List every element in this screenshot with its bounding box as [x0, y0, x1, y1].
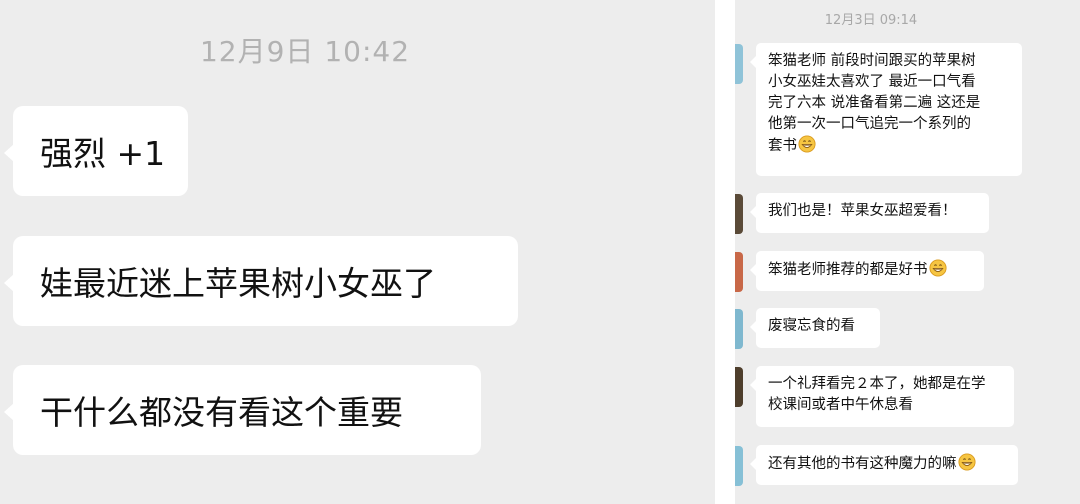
- message-line: 还有其他的书有这种魔力的嘛: [768, 453, 1006, 475]
- message-bubble[interactable]: 笨猫老师 前段时间跟买的苹果树 小女巫娃太喜欢了 最近一口气看 完了六本 说准备…: [750, 43, 1022, 176]
- message-bubble[interactable]: 我们也是！苹果女巫超爱看！: [750, 193, 989, 233]
- avatar[interactable]: [735, 194, 743, 234]
- message-text: 娃最近迷上苹果树小女巫了: [40, 264, 436, 303]
- message-line: 完了六本 说准备看第二遍 这还是: [768, 95, 981, 111]
- message-bubble[interactable]: 一个礼拜看完２本了，她都是在学 校课间或者中午休息看: [750, 366, 1014, 427]
- message-line-text: 套书: [768, 138, 797, 154]
- avatar[interactable]: [735, 309, 743, 349]
- message-text: 强烈 +1: [40, 134, 166, 173]
- left-chat-panel: 12月9日 10:42 强烈 +1 娃最近迷上苹果树小女巫了 干什么都没有看这个…: [0, 0, 715, 504]
- message-line: 笨猫老师推荐的都是好书: [768, 259, 972, 281]
- message-line: 校课间或者中午休息看: [768, 397, 913, 413]
- message-line: 套书: [768, 135, 1010, 157]
- message-bubble[interactable]: 废寝忘食的看: [750, 308, 880, 348]
- timestamp: 12月3日 09:14: [824, 13, 918, 28]
- message-line-text: 还有其他的书有这种魔力的嘛: [768, 456, 957, 472]
- right-chat-panel: 12月3日 09:14 笨猫老师 前段时间跟买的苹果树 小女巫娃太喜欢了 最近一…: [735, 0, 1080, 504]
- message-line: 小女巫娃太喜欢了 最近一口气看: [768, 74, 976, 90]
- avatar[interactable]: [735, 252, 743, 292]
- message-line: 一个礼拜看完２本了，她都是在学: [768, 376, 986, 392]
- message-bubble[interactable]: 干什么都没有看这个重要: [4, 365, 481, 455]
- message-line-text: 笨猫老师推荐的都是好书: [768, 262, 928, 278]
- message-text: 干什么都没有看这个重要: [40, 393, 403, 432]
- message-line: 笨猫老师 前段时间跟买的苹果树: [768, 53, 976, 69]
- avatar[interactable]: [735, 446, 743, 486]
- timestamp: 12月9日 10:42: [199, 35, 411, 68]
- message-bubble[interactable]: 强烈 +1: [4, 106, 188, 196]
- message-line: 他第一次一口气追完一个系列的: [768, 116, 971, 132]
- message-bubble[interactable]: 笨猫老师推荐的都是好书: [750, 251, 984, 291]
- message-line: 废寝忘食的看: [768, 318, 855, 334]
- grinning-face-icon: [798, 135, 816, 153]
- avatar[interactable]: [735, 44, 743, 84]
- message-bubble[interactable]: 娃最近迷上苹果树小女巫了: [4, 236, 518, 326]
- message-bubble[interactable]: 还有其他的书有这种魔力的嘛: [750, 445, 1018, 485]
- message-line: 我们也是！苹果女巫超爱看！: [768, 203, 957, 219]
- grinning-face-icon: [957, 453, 976, 471]
- avatar[interactable]: [735, 367, 743, 407]
- grinning-face-icon: [928, 259, 947, 277]
